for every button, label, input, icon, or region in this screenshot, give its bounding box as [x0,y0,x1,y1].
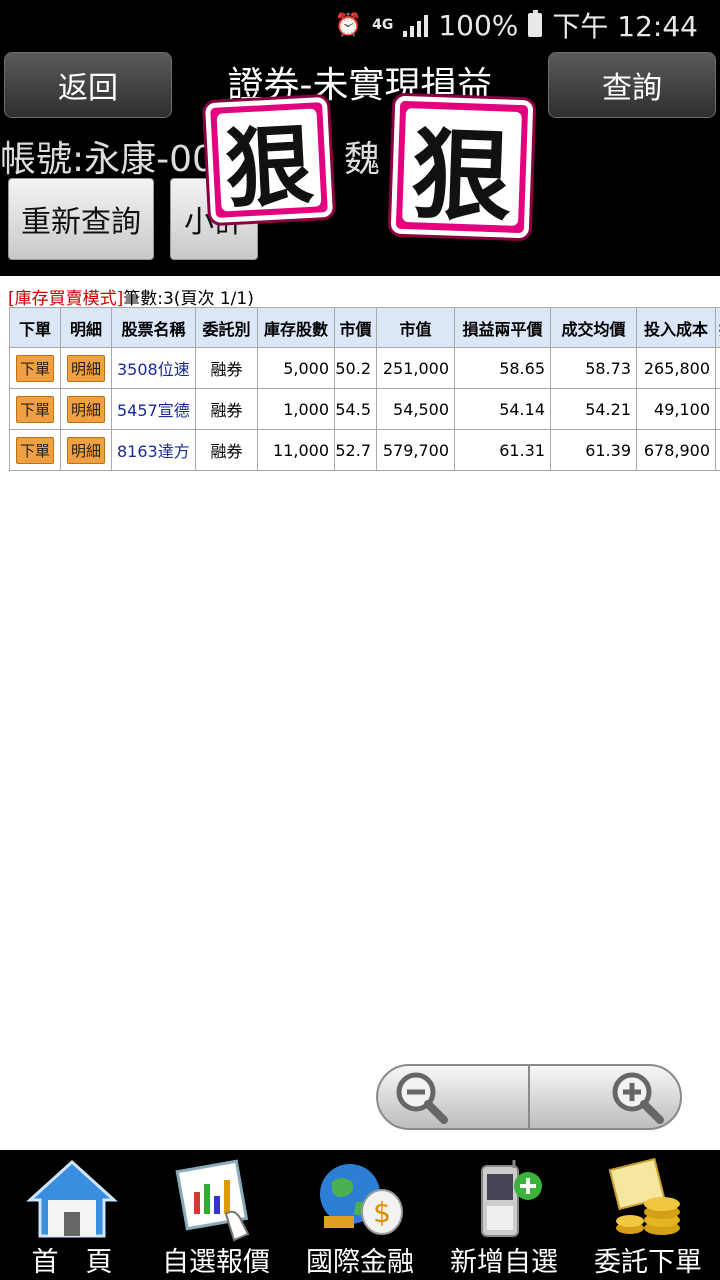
phone-add-icon [481,1160,542,1237]
col-header: 股票名稱 [111,307,196,348]
nav-label: 新增自選 [450,1247,558,1278]
zoom-out-button[interactable] [378,1066,528,1128]
order-button[interactable]: 下單 [15,436,54,464]
price: 54.5 [334,388,377,430]
battery-percent: 100% [438,8,519,42]
query-button[interactable]: 查詢 [548,52,716,118]
positions-table: 下單 明細 股票名稱 委託別 庫存股數 市價 市值 損益兩平價 成交均價 投入成… [9,307,720,471]
nav-place-order[interactable]: 委託下單 [576,1150,720,1280]
bottom-nav: 首 頁 自選報價 $ 國際金融 新增自選 委託下單 [0,1150,720,1280]
col-header: 下單 [9,307,61,348]
col-header: 成交均價 [550,307,637,348]
stock-name-link[interactable]: 8163達方 [111,429,196,471]
col-header: 市值 [376,307,455,348]
globe-money-icon: $ [320,1164,403,1235]
order-type: 融券 [195,388,258,430]
coins-order-icon [608,1157,680,1235]
table-row: 下單 明細 3508位速 融券 5,000 50.2 251,000 58.65… [9,347,720,389]
back-button[interactable]: 返回 [4,52,172,118]
market-value: 579,700 [376,429,455,471]
shares: 1,000 [257,388,335,430]
account-number: 帳號:永康-00 [0,139,215,180]
nav-home[interactable]: 首 頁 [0,1150,144,1280]
signal-icon [403,13,429,37]
col-header: 損益兩平價 [454,307,551,348]
stock-name-link[interactable]: 3508位速 [111,347,196,389]
nav-label: 國際金融 [306,1247,414,1278]
order-type: 融券 [195,347,258,389]
status-bar: ⏰ 4G 100% 下午 12:44 [0,0,720,50]
record-count: 筆數:3(頁次 1/1) [123,289,254,309]
record-info: [庫存買賣模式]筆數:3(頁次 1/1) [8,284,254,309]
nav-quotes[interactable]: 自選報價 [144,1150,288,1280]
avg-price: 54.21 [550,388,637,430]
nav-label: 委託下單 [594,1247,702,1278]
col-header: 投 [715,307,720,348]
cost: 678,900 [636,429,716,471]
cost: 265,800 [636,347,716,389]
price: 52.7 [334,429,377,471]
detail-button[interactable]: 明細 [66,395,105,423]
quote-chart-icon [175,1159,250,1242]
detail-button[interactable]: 明細 [66,354,105,382]
zoom-control [376,1064,682,1130]
col-header: 投入成本 [636,307,716,348]
market-value: 54,500 [376,388,455,430]
positions-table-container[interactable]: 下單 明細 股票名稱 委託別 庫存股數 市價 市值 損益兩平價 成交均價 投入成… [9,307,720,471]
avg-price: 61.39 [550,429,637,471]
cost: 49,100 [636,388,716,430]
breakeven-price: 61.31 [454,429,551,471]
zoom-in-button[interactable] [528,1066,680,1128]
shares: 11,000 [257,429,335,471]
home-icon [26,1159,118,1238]
extra [715,388,720,430]
col-header: 明細 [60,307,112,348]
clock: 下午 12:44 [552,10,698,43]
avg-price: 58.73 [550,347,637,389]
battery-icon [528,10,543,37]
nav-international[interactable]: $ 國際金融 [288,1150,432,1280]
alarm-icon: ⏰ [334,12,363,38]
nav-add-favorite[interactable]: 新增自選 [432,1150,576,1280]
price: 50.2 [334,347,377,389]
svg-text:$: $ [373,1196,391,1229]
col-header: 市價 [334,307,377,348]
account-line: 帳號:永康-00 魏 [0,130,380,182]
network-type: 4G [372,17,394,33]
extra: + [715,347,720,389]
nav-label: 首 頁 [31,1247,113,1278]
col-header: 委託別 [195,307,258,348]
order-button[interactable]: 下單 [15,395,54,423]
extra: + [715,429,720,471]
order-button[interactable]: 下單 [15,354,54,382]
zoom-in-icon [612,1072,664,1124]
nav-label: 自選報價 [162,1247,270,1278]
breakeven-price: 58.65 [454,347,551,389]
sticker-overlay: 狠 [390,95,534,239]
requery-button[interactable]: 重新查詢 [8,178,154,260]
detail-button[interactable]: 明細 [66,436,105,464]
sticker-overlay: 狠 [204,96,334,224]
breakeven-price: 54.14 [454,388,551,430]
col-header: 庫存股數 [257,307,335,348]
header: 返回 證券-未實現損益 查詢 帳號:永康-00 魏 重新查詢 小計 狠 狠 [0,50,720,276]
table-row: 下單 明細 8163達方 融券 11,000 52.7 579,700 61.3… [9,429,720,471]
market-value: 251,000 [376,347,455,389]
stock-name-link[interactable]: 5457宣德 [111,388,196,430]
account-name: 魏 [344,139,381,180]
table-header-row: 下單 明細 股票名稱 委託別 庫存股數 市價 市值 損益兩平價 成交均價 投入成… [9,307,720,348]
table-row: 下單 明細 5457宣德 融券 1,000 54.5 54,500 54.14 … [9,388,720,430]
shares: 5,000 [257,347,335,389]
order-type: 融券 [195,429,258,471]
zoom-out-icon [396,1072,448,1124]
mode-link[interactable]: [庫存買賣模式] [8,289,123,309]
